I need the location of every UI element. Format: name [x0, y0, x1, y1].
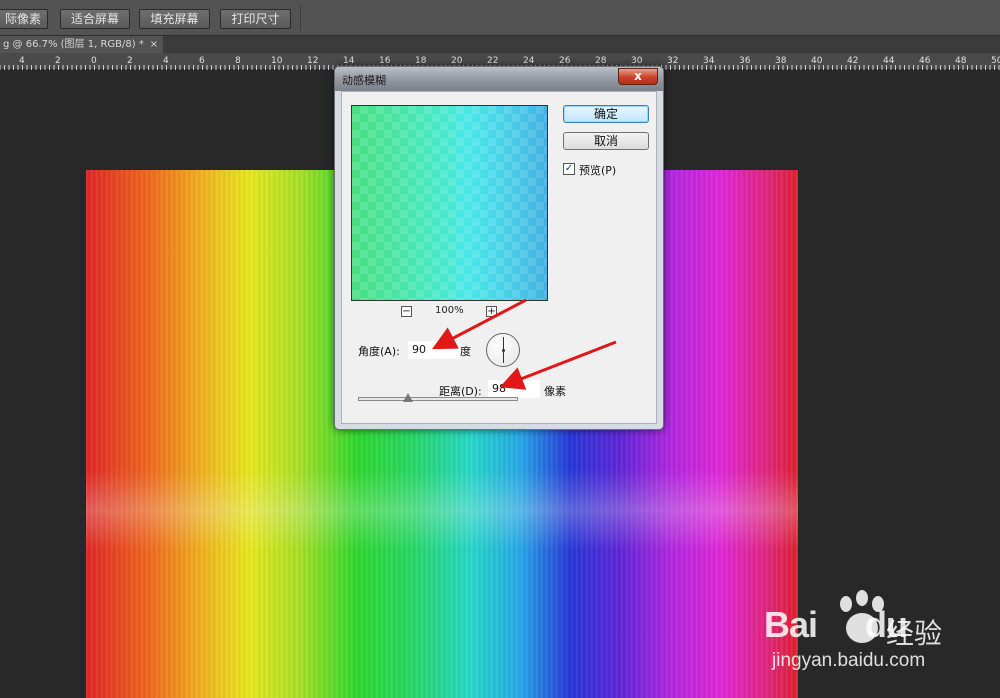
motion-blur-dialog: 动感模糊 x − 100% + 确定 取消 ✓ 预览(P) 角度(A): 90 … [334, 66, 664, 430]
dialog-body: − 100% + 确定 取消 ✓ 预览(P) 角度(A): 90 度 距离(D)… [341, 91, 657, 424]
cancel-button[interactable]: 取消 [563, 132, 649, 150]
ruler-label: 34 [703, 56, 715, 66]
ruler-label: 2 [127, 56, 133, 66]
distance-slider-track[interactable] [358, 397, 518, 401]
ruler-label: 12 [307, 56, 318, 66]
document-tab[interactable]: g @ 66.7% (图层 1, RGB/8) * [0, 36, 163, 53]
fill-screen-button[interactable]: 填充屏幕 [139, 9, 210, 29]
angle-dial-center [502, 349, 505, 352]
ruler-label: 36 [739, 56, 751, 66]
ruler-label: 22 [487, 56, 498, 66]
ruler-label: 16 [379, 56, 391, 66]
angle-label: 角度(A): [358, 345, 400, 358]
preview-checkbox[interactable]: ✓ [563, 163, 575, 175]
ruler-label: 26 [559, 56, 571, 66]
ruler-label: 2 [55, 56, 61, 66]
tab-close-icon[interactable]: × [148, 36, 160, 53]
fit-screen-button[interactable]: 适合屏幕 [60, 9, 130, 29]
distance-unit: 像素 [544, 385, 566, 398]
zoom-out-icon[interactable]: − [401, 306, 412, 317]
print-size-button[interactable]: 打印尺寸 [220, 9, 291, 29]
ruler-label: 28 [595, 56, 607, 66]
zoom-in-icon[interactable]: + [486, 306, 497, 317]
ruler-label: 44 [883, 56, 895, 66]
distance-slider-thumb[interactable] [402, 393, 413, 402]
ruler-label: 0 [91, 56, 97, 66]
dialog-close-button[interactable]: x [618, 68, 658, 85]
baidu-watermark: Bai du 经验 jingyan.baidu.com [764, 584, 994, 684]
ruler-label: 50 [991, 56, 1000, 66]
ruler-label: 30 [631, 56, 643, 66]
baidu-jingyan-text: 经验 [886, 617, 943, 650]
ruler-label: 10 [271, 56, 283, 66]
preview-checkbox-label: 预览(P) [579, 164, 617, 177]
ok-button[interactable]: 确定 [563, 105, 649, 123]
document-tab-row: g @ 66.7% (图层 1, RGB/8) * × [0, 36, 1000, 53]
document-tab-label: g @ 66.7% (图层 1, RGB/8) * [3, 39, 144, 50]
ruler-label: 4 [163, 56, 169, 66]
toolbar-divider [300, 5, 301, 31]
ruler-label: 4 [19, 56, 25, 66]
angle-dial[interactable] [486, 333, 520, 367]
ruler-label: 48 [955, 56, 967, 66]
ruler-label: 8 [235, 56, 241, 66]
distance-input[interactable]: 98 [488, 380, 540, 398]
image-haze [86, 470, 798, 550]
dialog-titlebar[interactable]: 动感模糊 x [335, 67, 663, 91]
ruler-label: 38 [775, 56, 787, 66]
angle-input[interactable]: 90 [408, 341, 460, 359]
ruler-label: 32 [667, 56, 678, 66]
blur-preview[interactable] [351, 105, 548, 301]
options-bar: 际像素 适合屏幕 填充屏幕 打印尺寸 [0, 0, 1000, 36]
angle-unit: 度 [460, 345, 471, 358]
dialog-title: 动感模糊 [342, 74, 386, 87]
ruler-label: 6 [199, 56, 205, 66]
watermark-url: jingyan.baidu.com [772, 650, 926, 671]
ruler-label: 46 [919, 56, 931, 66]
ruler-label: 40 [811, 56, 823, 66]
actual-pixels-button[interactable]: 际像素 [0, 9, 48, 29]
zoom-level: 100% [435, 305, 464, 316]
ruler-label: 20 [451, 56, 463, 66]
ruler-label: 14 [343, 56, 355, 66]
ruler-label: 24 [523, 56, 535, 66]
ruler-label: 18 [415, 56, 427, 66]
preview-zoom-row: − 100% + [351, 304, 548, 320]
ruler-label: 42 [847, 56, 858, 66]
